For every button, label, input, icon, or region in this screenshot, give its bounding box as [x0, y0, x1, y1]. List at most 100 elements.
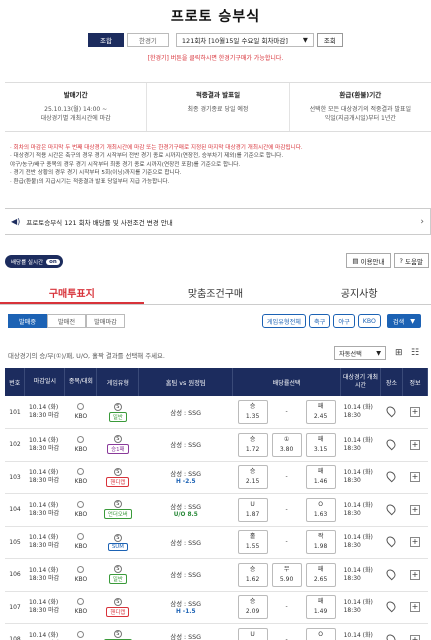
game-time-cell: 10.14 (화)18:30 [340, 526, 381, 559]
game-type-tag: 일반 [108, 411, 127, 422]
plus-icon[interactable]: + [409, 569, 420, 580]
tab-combo[interactable]: 조합 [88, 33, 124, 47]
filter-kbo[interactable]: KBO [357, 314, 381, 328]
odds-value: 1.46 [313, 478, 328, 486]
game-date: 10.14 (화) [343, 501, 373, 509]
game-type-cell: S언더오버 [96, 493, 139, 527]
odds-label: U [250, 500, 255, 508]
tab-voting-slip[interactable]: 구매투표지 [0, 281, 144, 304]
odds-label: O [318, 630, 323, 638]
map-pin-icon[interactable] [385, 502, 398, 516]
odds-cell: 승 2.15 - 패 1.46 [232, 461, 341, 494]
page-title: 프로토 승부식 [170, 9, 261, 25]
info-circle-icon: S [113, 402, 122, 411]
filter-sale-closed[interactable]: 발매마감 [86, 314, 125, 328]
odds-label: - [285, 603, 288, 611]
odds-draw-button[interactable]: ① 3.80 [271, 432, 302, 457]
odds-label: - [285, 538, 288, 546]
filter-before-sale[interactable]: 발매전 [47, 314, 86, 328]
help-button[interactable]: ? 도움말 [393, 253, 429, 268]
odds-away-button[interactable]: O1.71 [305, 627, 336, 640]
odds-home-button[interactable]: 승 1.72 [237, 432, 268, 457]
filter-on-sale[interactable]: 발매중 [8, 314, 47, 328]
tab-announcements[interactable]: 공지사항 [287, 281, 431, 304]
map-pin-icon[interactable] [385, 567, 398, 581]
search-button[interactable]: 검색 ▼ [386, 314, 421, 328]
map-pin-icon[interactable] [385, 599, 398, 613]
league-cell: KBO [64, 396, 97, 429]
plus-icon[interactable]: + [409, 634, 420, 640]
odds-home-button[interactable]: U1.77 [237, 627, 268, 640]
odds-cell: 승 2.09 - 패 1.49 [232, 591, 341, 624]
guide-button[interactable]: ▤ 이용안내 [346, 253, 391, 268]
filter-soccer[interactable]: 축구 [308, 314, 331, 328]
notice-text: 프로토승부식 121 회차 배당률 및 사전조건 변경 안내 [26, 218, 173, 227]
odds-away-button[interactable]: 패 1.46 [305, 465, 336, 490]
odds-away-button[interactable]: 짝 1.98 [305, 530, 336, 555]
info-title: 발매기간 [63, 91, 88, 99]
baseball-icon [77, 403, 85, 410]
info-sale-period: 발매기간 25.10.13(월) 14:00 ~ 대상경기별 개최시간에 마감 [5, 83, 148, 131]
odds-label: 패 [317, 598, 324, 606]
main-tabs: 구매투표지 맞춤조건구매 공지사항 [0, 281, 431, 305]
odds-away-button[interactable]: O 1.63 [305, 497, 336, 522]
odds-value: 1.49 [313, 608, 328, 616]
odds-home-button[interactable]: 승 2.15 [237, 465, 268, 490]
odds-home-button[interactable]: 승 2.09 [237, 595, 268, 620]
odds-draw-button[interactable]: 무 5.90 [271, 562, 302, 587]
match-cell: 삼성 : SSGU/O 4.5 [138, 623, 233, 640]
odds-home-button[interactable]: U 1.87 [237, 497, 268, 522]
odds-home-button[interactable]: 홀 1.55 [237, 530, 268, 555]
tab-custom-purchase[interactable]: 맞춤조건구매 [144, 281, 288, 304]
map-pin-icon[interactable] [385, 404, 398, 418]
odds-away-button[interactable]: 패 1.49 [305, 595, 336, 620]
stadium-cell [380, 396, 403, 429]
document-icon: ▤ [352, 256, 361, 265]
odds-cell: U 1.87 - O 1.63 [232, 493, 341, 527]
odds-label: - [285, 635, 288, 640]
info-title: 적중결과 발표일 [195, 91, 241, 99]
grid-view-icon[interactable]: ⊞ [395, 348, 403, 358]
plus-icon[interactable]: + [409, 407, 420, 417]
game-time: 18:30 [343, 412, 361, 419]
info-line: 최종 경기종료 당일 예정 [187, 106, 249, 113]
odds-home-button[interactable]: 승 1.35 [237, 400, 268, 424]
game-type-tag: 언더오버 [103, 509, 132, 520]
auto-select-dropdown[interactable]: 자동선택 ▼ [334, 346, 386, 360]
odds-away-button[interactable]: 패 3.15 [305, 432, 336, 457]
game-date: 10.14 (화) [343, 469, 373, 477]
match-cell: 삼성 : SSG U/O 8.5 [138, 493, 233, 527]
search-label: 검색 [392, 318, 405, 326]
odds-value: 2.45 [313, 413, 328, 420]
filter-baseball[interactable]: 야구 [333, 314, 355, 328]
odds-away-button[interactable]: 패 2.65 [305, 562, 336, 587]
game-date: 10.14 (화) [343, 566, 373, 574]
deadline-cell: 10.14 (화)18:30 마감 [24, 396, 65, 429]
query-button[interactable]: 조회 [316, 33, 343, 47]
note-item: · 경기 전반 상황의 경우 경기 시작부터 5회(이닝)까지를 기준으로 합니… [10, 170, 182, 177]
notice-banner[interactable]: ◀) 프로토승부식 121 회차 배당률 및 사전조건 변경 안내 › [5, 208, 431, 235]
league-name: KBO [74, 413, 88, 420]
map-pin-icon[interactable] [385, 469, 398, 483]
game-time-cell: 10.14 (화)18:30 [340, 558, 381, 592]
plus-icon[interactable]: + [409, 439, 420, 450]
plus-icon[interactable]: + [409, 504, 420, 515]
filter-all-types[interactable]: 게임유형전체 [261, 314, 306, 328]
odds-cell: 홀 1.55 - 짝 1.98 [232, 526, 341, 559]
game-date: 10.14 (화) [343, 599, 373, 607]
map-pin-icon[interactable] [385, 632, 398, 640]
map-pin-icon[interactable] [385, 437, 398, 451]
plus-icon[interactable]: + [409, 602, 420, 613]
tab-single-game[interactable]: 한경기 [126, 33, 169, 47]
game-time: 18:30 [343, 542, 361, 550]
list-view-icon[interactable]: ☷ [411, 348, 419, 358]
plus-icon[interactable]: + [409, 537, 420, 548]
odds-home-button[interactable]: 승 1.62 [237, 562, 268, 587]
map-pin-icon[interactable] [385, 534, 398, 548]
plus-icon[interactable]: + [409, 472, 420, 483]
odds-away-button[interactable]: 패 2.45 [305, 400, 336, 424]
round-select[interactable]: 121회차 [10월15일 수요일 회차마감] ▼ [175, 33, 314, 47]
info-cell: + [402, 461, 428, 494]
realtime-odds-toggle[interactable]: 배당률 실시간 on [5, 255, 63, 268]
selection-instruction: 대상경기의 승/무(①)/패, U/O, 홀짝 결과를 선택해 주세요. [8, 352, 165, 360]
